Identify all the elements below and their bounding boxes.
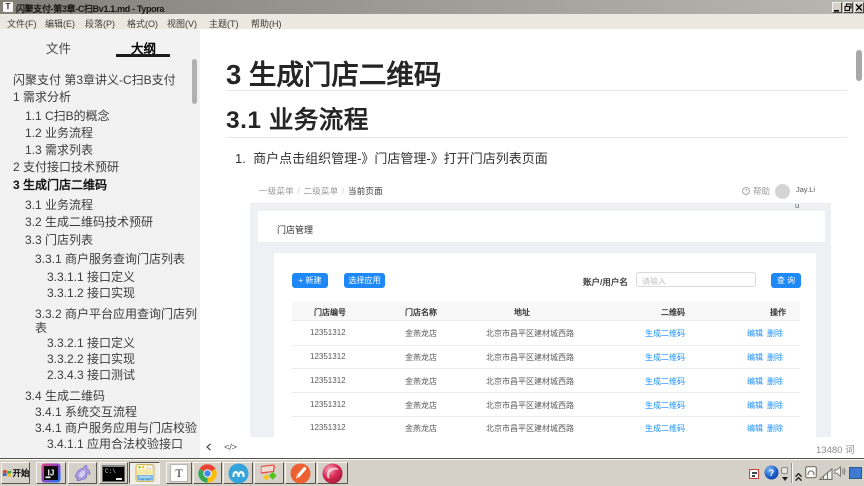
svg-text:IJ: IJ: [48, 469, 55, 478]
svg-text:?: ?: [769, 468, 775, 478]
svg-text:?: ?: [745, 189, 748, 195]
